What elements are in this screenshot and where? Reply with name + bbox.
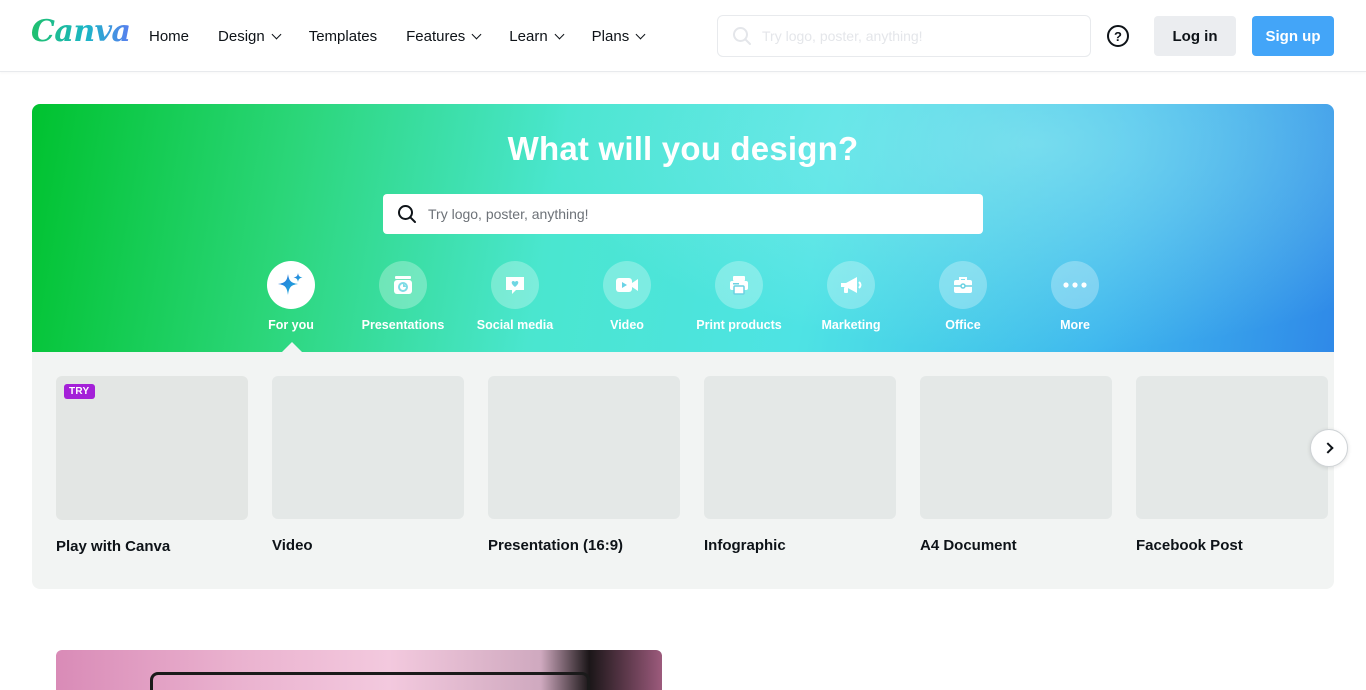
category-label: Marketing — [821, 318, 881, 332]
feature-preview-image — [56, 650, 662, 690]
login-button[interactable]: Log in — [1154, 16, 1236, 56]
more-dots-icon — [1063, 282, 1087, 288]
category-label: More — [1060, 318, 1090, 332]
nav-item-label: Templates — [308, 27, 378, 45]
sparkle-icon — [278, 273, 303, 295]
template-thumbnail — [1136, 376, 1328, 519]
template-card-infographic[interactable]: Infographic — [704, 376, 896, 554]
top-search-box[interactable] — [717, 15, 1091, 57]
help-icon[interactable]: ? — [1107, 25, 1129, 47]
nav-item-learn[interactable]: Learn — [509, 27, 565, 45]
template-label: Facebook Post — [1136, 537, 1243, 554]
briefcase-icon — [954, 277, 972, 293]
nav-item-label: Home — [149, 27, 190, 45]
chevron-down-icon — [471, 29, 482, 39]
template-label: Play with Canva — [56, 538, 171, 555]
active-tab-pointer — [282, 342, 302, 352]
hero-search-input[interactable] — [428, 206, 968, 222]
nav-item-features[interactable]: Features — [406, 27, 482, 45]
template-thumbnail: TRY — [56, 376, 248, 520]
template-thumbnail — [272, 376, 464, 519]
template-thumbnail — [704, 376, 896, 519]
video-camera-icon — [616, 278, 638, 292]
template-label: Infographic — [704, 537, 786, 554]
printer-icon — [730, 276, 748, 295]
template-carousel: TRY Play with Canva Video Presentation (… — [32, 352, 1334, 589]
nav-item-label: Features — [406, 27, 466, 45]
chevron-down-icon — [554, 29, 565, 39]
template-label: A4 Document — [920, 537, 1017, 554]
template-label: Video — [272, 537, 313, 554]
top-search-input[interactable] — [762, 28, 1062, 44]
category-office[interactable]: Office — [907, 261, 1019, 332]
nav-item-label: Plans — [591, 27, 630, 45]
category-print-products[interactable]: Print products — [683, 261, 795, 332]
category-video[interactable]: Video — [571, 261, 683, 332]
category-tabs: For you Presentations Social media Video… — [235, 261, 1131, 332]
nav-item-home[interactable]: Home — [149, 28, 189, 45]
template-card-play-with-canva[interactable]: TRY Play with Canva — [56, 376, 248, 555]
category-label: Social media — [476, 318, 554, 332]
category-label: Office — [945, 318, 981, 332]
signup-button[interactable]: Sign up — [1252, 16, 1334, 56]
carousel-next-button[interactable] — [1310, 429, 1348, 467]
nav-item-templates[interactable]: Templates — [309, 28, 377, 45]
nav-item-design[interactable]: Design — [218, 27, 282, 45]
template-card-video[interactable]: Video — [272, 376, 464, 554]
chevron-down-icon — [635, 29, 646, 39]
megaphone-icon — [841, 277, 862, 293]
device-frame — [150, 672, 590, 690]
nav-item-label: Learn — [509, 27, 548, 45]
category-more[interactable]: More — [1019, 261, 1131, 332]
hero-title: What will you design? — [507, 130, 859, 167]
category-label: Presentations — [361, 318, 445, 332]
nav-item-plans[interactable]: Plans — [591, 27, 646, 45]
template-label: Presentation (16:9) — [488, 537, 624, 554]
main-nav: Home Design Templates Features Learn Pla… — [149, 0, 673, 72]
nav-item-label: Design — [218, 27, 265, 45]
chevron-right-icon — [1321, 442, 1334, 454]
category-label: Video — [610, 318, 644, 332]
template-card-presentation[interactable]: Presentation (16:9) — [488, 376, 680, 554]
top-navigation-bar: Canva Home Design Templates Features Lea… — [0, 0, 1366, 72]
category-social-media[interactable]: Social media — [459, 261, 571, 332]
category-label: Print products — [696, 318, 782, 332]
try-badge: TRY — [64, 384, 95, 399]
category-label: For you — [268, 318, 314, 332]
heart-chat-icon — [506, 277, 524, 294]
category-for-you[interactable]: For you — [235, 261, 347, 332]
template-thumbnail — [488, 376, 680, 519]
template-card-facebook-post[interactable]: Facebook Post — [1136, 376, 1328, 554]
hero-search-box[interactable] — [383, 194, 983, 234]
chevron-down-icon — [271, 29, 282, 39]
hero-banner: What will you design? For you Presentati… — [32, 104, 1334, 352]
presentation-icon — [394, 276, 412, 294]
category-presentations[interactable]: Presentations — [347, 261, 459, 332]
category-marketing[interactable]: Marketing — [795, 261, 907, 332]
search-icon — [398, 205, 416, 223]
template-thumbnail — [920, 376, 1112, 519]
template-card-a4-document[interactable]: A4 Document — [920, 376, 1112, 554]
canva-logo[interactable]: Canva — [31, 14, 131, 49]
search-icon — [733, 27, 751, 45]
